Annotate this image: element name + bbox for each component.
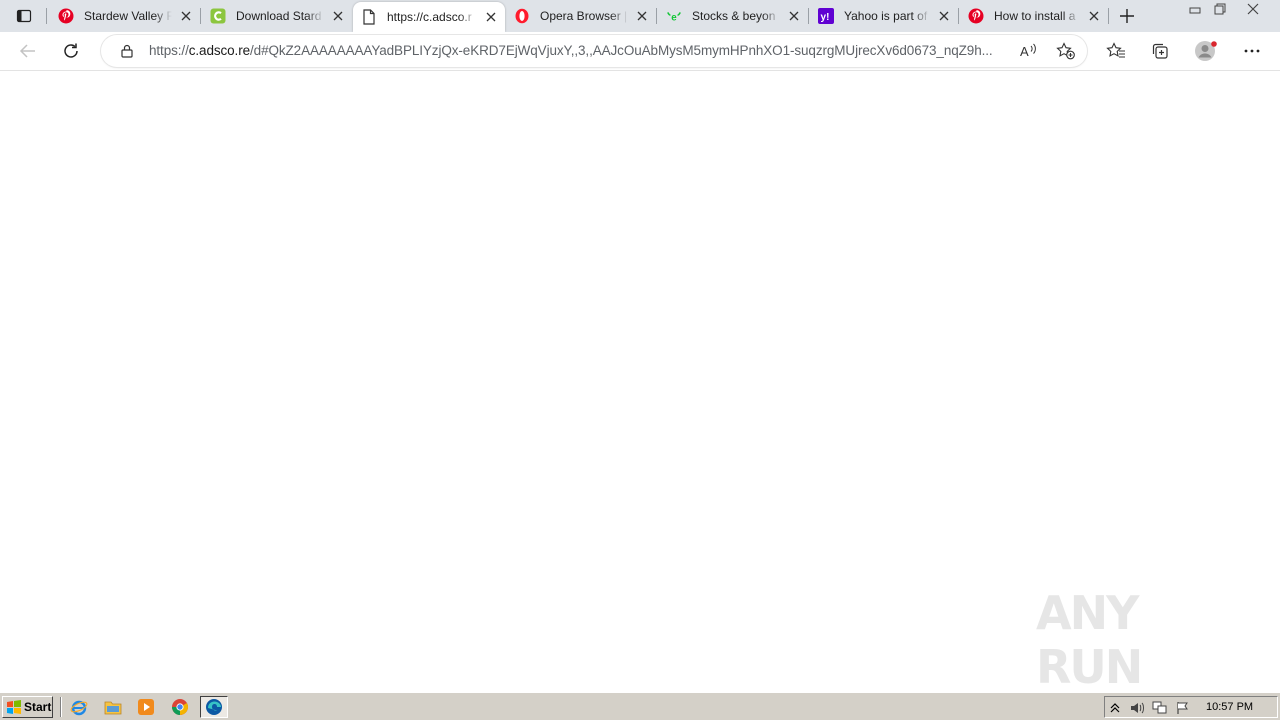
plus-icon [1120,9,1134,23]
profile-button[interactable] [1193,39,1219,63]
url-path: /d#QkZ2AAAAAAAAYadBPLIYzjQx-eKRD7EjWqVju… [250,43,993,58]
avatar-icon [1195,41,1217,61]
page-icon [361,9,377,25]
tab-title: Stardew Valley F [84,9,172,23]
collections-button[interactable] [1147,39,1173,63]
address-bar[interactable]: https://c.adsco.re/d#QkZ2AAAAAAAAYadBPLI… [101,35,1087,67]
read-aloud-icon: A [1020,43,1036,59]
url-text[interactable]: https://c.adsco.re/d#QkZ2AAAAAAAAYadBPLI… [149,43,1009,58]
c-letter-icon [210,8,226,24]
yahoo-icon: y! [818,8,834,24]
tab-separator [46,8,47,24]
tab-how-to-install[interactable]: How to install a [960,0,1108,32]
network-icon[interactable] [1152,700,1168,716]
url-scheme: https:// [149,43,189,58]
tab-stocks-etoro[interactable]: e Stocks & beyon [658,0,808,32]
favorites-button[interactable] [1103,39,1129,63]
pinterest-icon [968,8,984,24]
close-tab-icon[interactable] [786,8,802,24]
tab-actions-icon [16,9,32,23]
restore-icon [1214,3,1226,15]
edge-icon [206,699,222,715]
tab-opera-browser[interactable]: Opera Browser | [506,0,656,32]
minimize-window-button[interactable] [1184,1,1206,17]
svg-text:e: e [671,12,677,23]
opera-icon [514,8,530,24]
close-tab-icon[interactable] [178,8,194,24]
tab-title: Stocks & beyon [692,9,776,23]
tab-download-stardew[interactable]: Download Stard [202,0,352,32]
close-tab-icon[interactable] [330,8,346,24]
taskbar-clock[interactable]: 10:57 PM [1206,701,1253,713]
tab-separator [656,8,657,24]
close-tab-icon[interactable] [483,9,499,25]
system-tray: 10:57 PM [1104,696,1278,718]
minimize-icon [1189,7,1201,14]
explorer-folder-icon[interactable] [104,698,122,716]
tab-title: How to install a [994,9,1076,23]
new-tab-button[interactable] [1116,5,1138,27]
read-aloud-button[interactable]: A [1018,41,1040,61]
tab-separator [958,8,959,24]
media-player-icon[interactable] [137,698,155,716]
start-button[interactable]: Start [2,696,53,718]
tab-actions-menu-button[interactable] [10,4,38,28]
restore-window-button[interactable] [1209,1,1231,17]
browser-toolbar: https://c.adsco.re/d#QkZ2AAAAAAAAYadBPLI… [0,32,1280,71]
tab-separator [200,8,201,24]
refresh-button[interactable] [58,39,84,63]
pinterest-icon [58,8,74,24]
lock-icon[interactable] [119,43,135,59]
close-icon [1247,3,1259,15]
action-center-flag-icon[interactable] [1175,700,1191,716]
url-host: c.adsco.re [188,43,251,58]
edge-taskbar-button[interactable] [200,696,228,718]
volume-icon[interactable] [1129,700,1145,716]
tab-strip: Stardew Valley F Download Stard https://… [0,0,1280,32]
start-label: Start [24,700,52,714]
taskbar: Start 10:57 PM [0,692,1280,720]
close-tab-icon[interactable] [1086,8,1102,24]
tab-separator [1108,8,1109,24]
svg-text:A: A [1020,44,1029,59]
star-add-icon [1056,42,1075,60]
collections-icon [1152,43,1168,59]
tab-title: https://c.adsco.r [387,10,472,24]
arrow-left-icon [19,44,35,58]
tab-adsco-active[interactable]: https://c.adsco.r [353,2,505,32]
watermark-text: ANY RUN [1036,586,1143,694]
settings-more-button[interactable] [1239,39,1265,63]
tab-title: Download Stard [236,9,322,23]
show-hidden-icons-button[interactable] [1107,700,1123,716]
close-window-button[interactable] [1242,1,1264,17]
etoro-icon: e [666,8,682,24]
close-tab-icon[interactable] [936,8,952,24]
tab-yahoo[interactable]: y! Yahoo is part of [810,0,958,32]
close-tab-icon[interactable] [634,8,650,24]
favorites-star-icon [1106,42,1125,58]
ie-icon[interactable] [70,698,88,716]
svg-text:y!: y! [821,12,830,23]
taskbar-separator [60,697,62,717]
tab-separator [808,8,809,24]
more-horizontal-icon [1244,49,1260,53]
tab-stardew-valley[interactable]: Stardew Valley F [50,0,200,32]
tab-title: Yahoo is part of [844,9,928,23]
refresh-icon [64,43,78,58]
windows-logo-icon [7,700,21,714]
back-button[interactable] [15,39,41,63]
chrome-icon[interactable] [171,698,189,716]
anyrun-watermark: ANY RUN [1036,586,1236,694]
tab-title: Opera Browser | [540,9,628,23]
add-favorite-button[interactable] [1055,41,1077,61]
